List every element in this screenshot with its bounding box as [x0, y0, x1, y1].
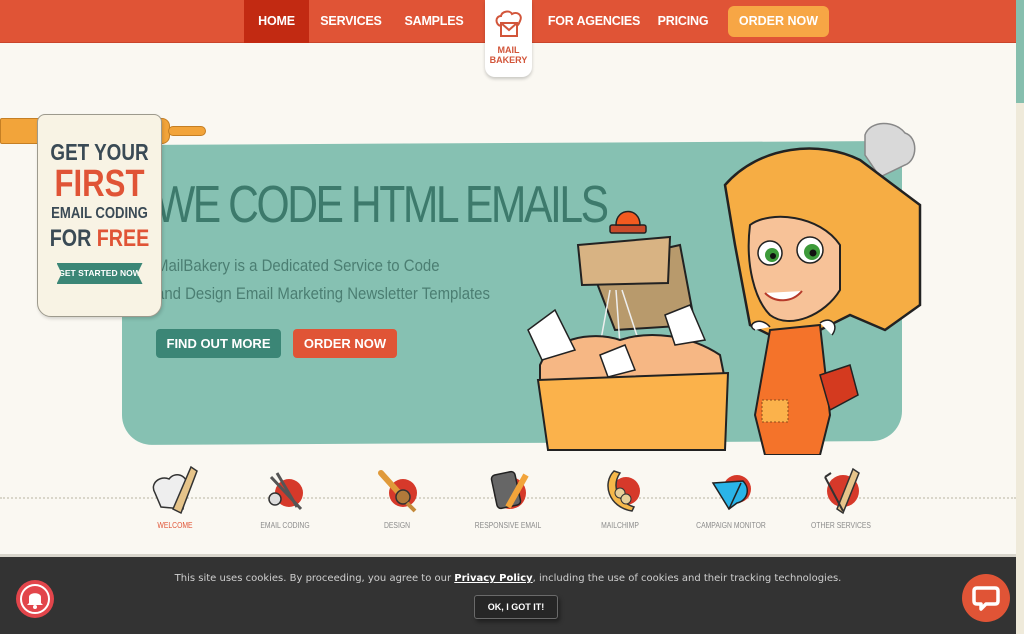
campaign-monitor-icon [703, 463, 759, 519]
nav-home[interactable]: HOME [244, 0, 309, 43]
chef-hat-envelope-icon [495, 10, 522, 37]
privacy-policy-link[interactable]: Privacy Policy [454, 573, 532, 584]
service-responsive-email[interactable]: RESPONSIVE EMAIL [453, 463, 563, 530]
nav-for-agencies[interactable]: FOR AGENCIES [545, 0, 643, 43]
service-label: OTHER SERVICES [811, 521, 871, 530]
service-label: CAMPAIGN MONITOR [696, 521, 766, 530]
banana-icon [592, 463, 648, 519]
banner-line-email-coding: EMAIL CODING [51, 205, 148, 222]
scissors-wrench-icon [257, 463, 313, 519]
service-label: EMAIL CODING [260, 521, 310, 530]
notification-bell-button[interactable] [16, 580, 54, 618]
service-label: DESIGN [383, 521, 411, 530]
rolling-pin-handle [168, 126, 206, 136]
service-welcome[interactable]: WELCOME [120, 463, 230, 530]
free-offer-banner: GET YOUR FIRST EMAIL CODING FOR FREE GET… [37, 114, 162, 317]
service-label: RESPONSIVE EMAIL [474, 521, 542, 530]
hero-order-now-button[interactable]: ORDER NOW [293, 329, 397, 358]
find-out-more-button[interactable]: FIND OUT MORE [156, 329, 281, 358]
nav-order-now-button[interactable]: ORDER NOW [728, 6, 829, 37]
logo-text-mail: MAIL [497, 45, 520, 55]
chef-hat-rolling-pin-icon [147, 463, 203, 519]
baker-girl-illustration [527, 122, 922, 455]
get-started-now-button[interactable]: GET STARTED NOW [56, 263, 143, 284]
phone-pencil-icon [480, 463, 536, 519]
cookie-ok-button[interactable]: OK, I GOT IT! [474, 595, 558, 619]
service-label: WELCOME [157, 521, 193, 530]
service-campaign-monitor[interactable]: CAMPAIGN MONITOR [676, 463, 786, 530]
cookie-consent-bar: This site uses cookies. By proceeding, y… [0, 554, 1016, 634]
service-design[interactable]: DESIGN [342, 463, 452, 530]
live-chat-button[interactable] [962, 574, 1010, 622]
banner-for-text: FOR [49, 225, 92, 252]
chat-bubble-icon [972, 586, 1000, 611]
banner-line-first: FIRST [54, 163, 145, 205]
paintbrush-icon [369, 463, 425, 519]
scrollbar-thumb[interactable] [1016, 0, 1024, 103]
bell-icon [27, 593, 43, 609]
cookie-message: This site uses cookies. By proceeding, y… [0, 573, 1016, 584]
service-email-coding[interactable]: EMAIL CODING [230, 463, 340, 530]
service-other-services[interactable]: OTHER SERVICES [786, 463, 896, 530]
cookie-text-before: This site uses cookies. By proceeding, y… [174, 573, 455, 584]
nav-services[interactable]: SERVICES [312, 0, 390, 43]
hero-subtitle-line1: MailBakery is a Dedicated Service to Cod… [156, 256, 440, 275]
cookie-text-after: , including the use of cookies and their… [532, 573, 842, 584]
logo-text-bakery: BAKERY [489, 55, 528, 65]
bell-ring [20, 584, 50, 614]
compass-ruler-icon [813, 463, 869, 519]
service-label: MAILCHIMP [601, 521, 639, 530]
service-mailchimp[interactable]: MAILCHIMP [565, 463, 675, 530]
banner-line-get-your: GET YOUR [50, 139, 149, 165]
banner-line-for-free: FOR FREE [49, 225, 150, 253]
siren-icon [609, 210, 647, 234]
banner-free-text: FREE [96, 225, 150, 252]
nav-pricing[interactable]: PRICING [652, 0, 714, 43]
hero-subtitle-line2: and Design Email Marketing Newsletter Te… [156, 284, 490, 303]
mailbakery-logo[interactable]: MAIL BAKERY [485, 0, 532, 77]
nav-samples[interactable]: SAMPLES [398, 0, 470, 43]
